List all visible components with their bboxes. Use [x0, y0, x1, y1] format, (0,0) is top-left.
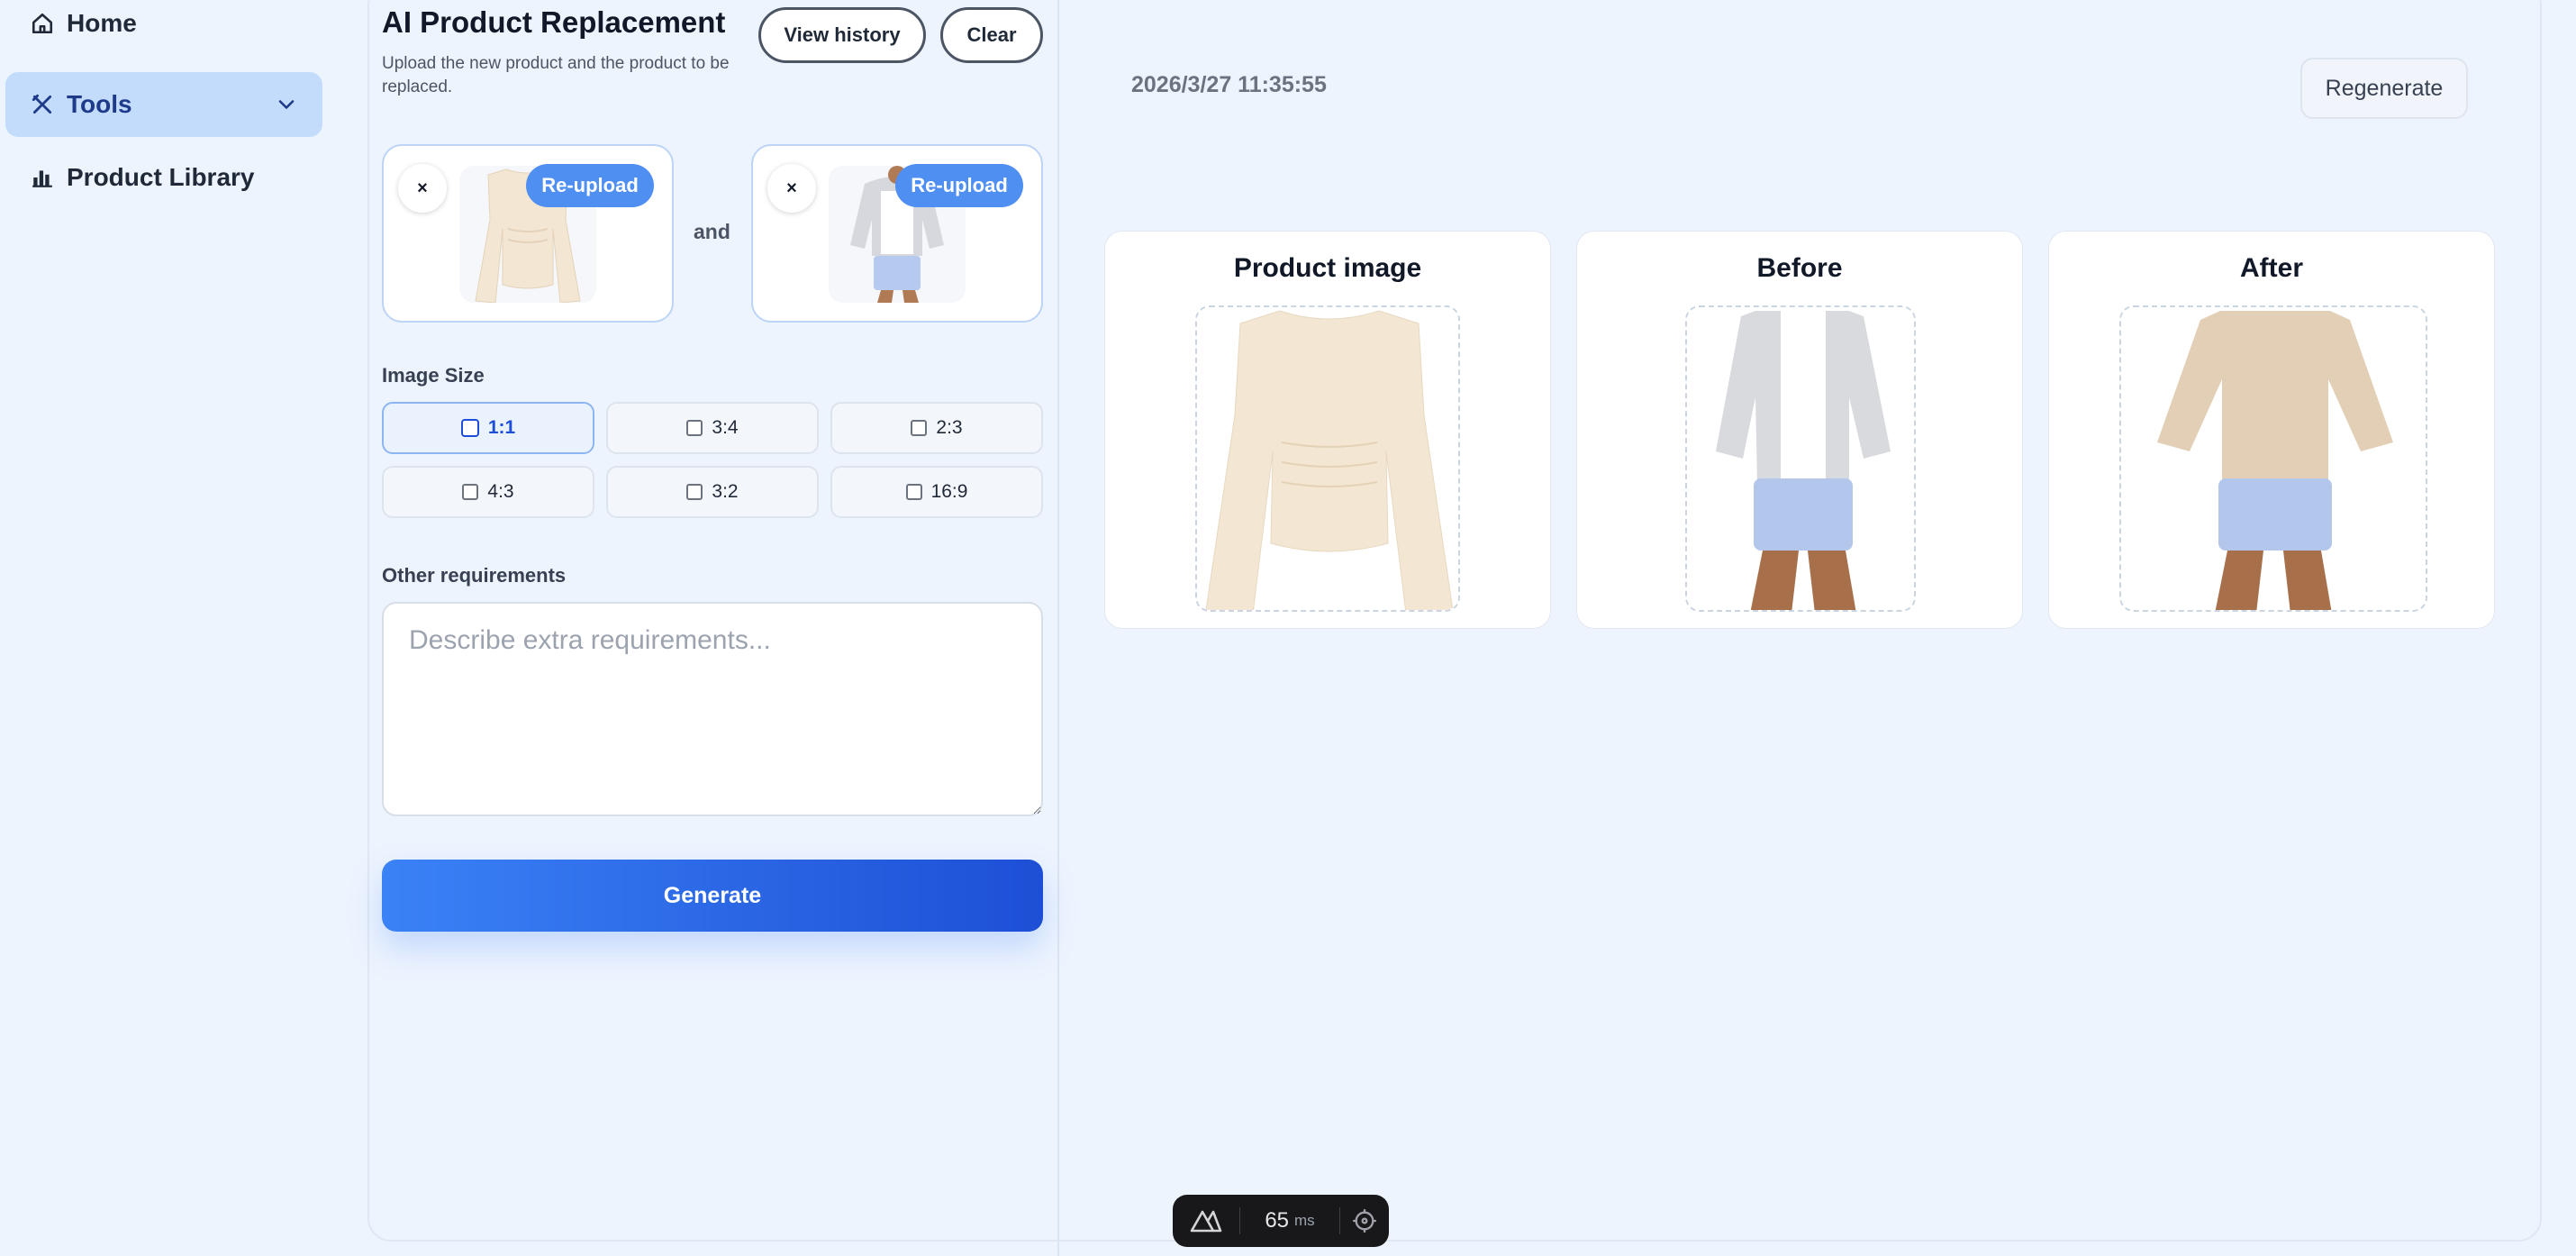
regenerate-button[interactable]: Regenerate [2300, 58, 2468, 119]
size-option-label: 2:3 [936, 417, 963, 438]
size-option-label: 3:2 [712, 481, 739, 502]
size-option-label: 4:3 [487, 481, 514, 502]
render-time-unit: ms [1294, 1212, 1315, 1229]
result-timestamp: 2026/3/27 11:35:55 [1131, 72, 1327, 97]
checkbox[interactable] [462, 484, 479, 500]
sidebar-item-tools[interactable]: Tools [5, 72, 322, 137]
other-requirements-label: Other requirements [382, 564, 567, 587]
panel-divider [1057, 0, 1059, 1256]
card-title: After [2239, 253, 2303, 283]
sidebar-item-home[interactable]: Home [5, 0, 322, 56]
reupload-new-product-button[interactable]: Re-upload [526, 164, 654, 207]
view-history-button[interactable]: View history [758, 7, 926, 63]
remove-new-product-button[interactable]: × [398, 164, 447, 213]
sidebar-item-label: Product Library [67, 163, 255, 191]
home-icon [27, 8, 58, 39]
page-title: AI Product Replacement [382, 5, 726, 39]
bar-chart-icon [27, 162, 58, 193]
chevron-down-icon[interactable] [274, 92, 299, 117]
target-product-upload[interactable]: × Re-upload [751, 144, 1043, 323]
remove-target-product-button[interactable]: × [767, 164, 816, 213]
page-subtitle: Upload the new product and the product t… [382, 54, 730, 96]
size-option-label: 16:9 [930, 481, 968, 502]
size-option-label: 3:4 [712, 417, 739, 438]
checkbox[interactable] [686, 484, 703, 500]
before-image [1685, 305, 1916, 612]
checkbox[interactable] [686, 420, 703, 436]
size-option-3-2[interactable]: 3:2 [606, 466, 819, 518]
product-image-card: Product image [1104, 231, 1551, 629]
generate-button[interactable]: Generate [382, 860, 1043, 932]
after-card: After [2048, 231, 2495, 629]
tools-icon [27, 89, 58, 120]
sidebar-item-product-library[interactable]: Product Library [5, 145, 322, 210]
render-time[interactable]: 65 ms [1240, 1195, 1339, 1247]
checkbox[interactable] [911, 420, 928, 436]
sidebar-item-label: Home [67, 9, 137, 37]
size-option-4-3[interactable]: 4:3 [382, 466, 594, 518]
before-card: Before [1576, 231, 2023, 629]
product-image [1195, 305, 1460, 612]
sidebar-item-label: Tools [67, 90, 132, 118]
card-title: Product image [1233, 253, 1422, 283]
size-option-label: 1:1 [487, 417, 516, 438]
and-connector: and [694, 220, 730, 243]
clear-button[interactable]: Clear [940, 7, 1043, 63]
after-image [2119, 305, 2427, 612]
image-size-label: Image Size [382, 364, 485, 387]
checkbox[interactable] [460, 419, 479, 437]
reupload-target-product-button[interactable]: Re-upload [895, 164, 1023, 207]
card-title: Before [1756, 253, 1843, 283]
size-option-16-9[interactable]: 16:9 [830, 466, 1043, 518]
render-time-value: 65 [1265, 1208, 1290, 1233]
size-option-3-4[interactable]: 3:4 [606, 402, 819, 454]
sidebar: Home Tools Product Library [0, 0, 360, 1256]
size-option-2-3[interactable]: 2:3 [830, 402, 1043, 454]
new-product-upload[interactable]: × Re-upload [382, 144, 674, 323]
size-option-1-1[interactable]: 1:1 [382, 402, 594, 454]
nuxt-icon[interactable] [1173, 1195, 1239, 1247]
crosshair-icon[interactable] [1340, 1195, 1389, 1247]
checkbox[interactable] [905, 484, 922, 500]
requirements-textarea[interactable] [382, 602, 1043, 816]
dev-toolbar: 65 ms [1173, 1195, 1389, 1247]
